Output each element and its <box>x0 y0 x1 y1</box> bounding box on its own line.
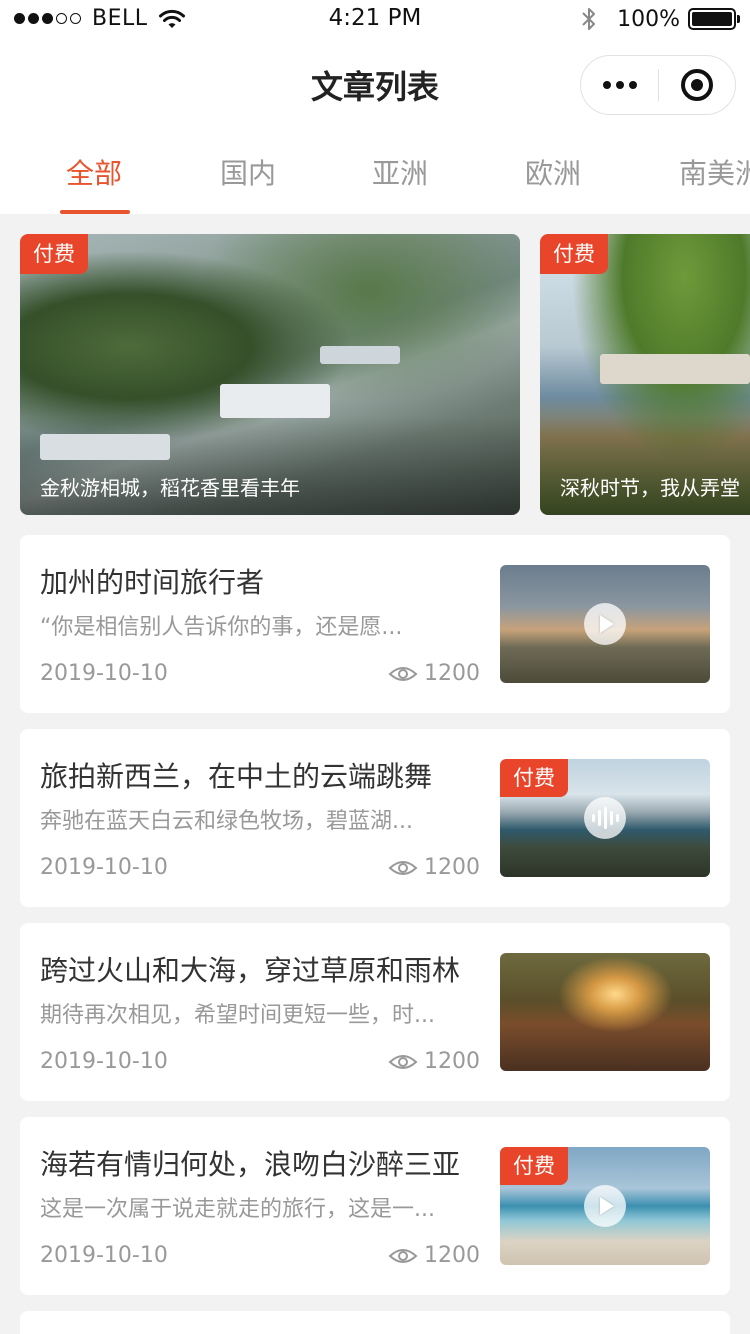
tab-europe[interactable]: 欧洲 <box>525 152 581 192</box>
close-button[interactable] <box>659 56 735 114</box>
paid-badge: 付费 <box>500 1147 568 1185</box>
article-card[interactable] <box>20 1311 730 1334</box>
tab-all[interactable]: 全部 <box>66 152 122 192</box>
article-views: 1200 <box>388 1049 480 1074</box>
paid-badge: 付费 <box>20 234 88 274</box>
article-thumbnail <box>500 565 710 683</box>
audio-icon[interactable] <box>584 797 626 839</box>
article-thumbnail: 付费 <box>500 1147 710 1265</box>
article-date: 2019-10-10 <box>40 1049 168 1074</box>
article-thumbnail: 付费 <box>500 759 710 877</box>
banner-card[interactable]: 付费 金秋游相城，稻花香里看丰年 <box>20 234 520 515</box>
eye-icon <box>388 1248 418 1263</box>
article-views: 1200 <box>388 661 480 686</box>
article-card[interactable]: 海若有情归何处，浪吻白沙醉三亚 这是一次属于说走就走的旅行，这是一... 201… <box>20 1117 730 1295</box>
paid-badge: 付费 <box>500 759 568 797</box>
views-count: 1200 <box>424 1049 480 1074</box>
eye-icon <box>388 1054 418 1069</box>
tab-asia[interactable]: 亚洲 <box>372 152 428 192</box>
article-title: 跨过火山和大海，穿过草原和雨林 <box>40 954 461 987</box>
article-date: 2019-10-10 <box>40 661 168 686</box>
paid-badge: 付费 <box>540 234 608 274</box>
status-right: 100% <box>581 6 740 32</box>
more-dot-icon <box>602 81 611 89</box>
article-title: 海若有情归何处，浪吻白沙醉三亚 <box>40 1148 461 1181</box>
article-views: 1200 <box>388 855 480 880</box>
article-desc: 这是一次属于说走就走的旅行，这是一... <box>40 1197 435 1222</box>
close-target-icon <box>680 69 713 101</box>
navbar: 文章列表 <box>0 40 750 130</box>
battery-icon <box>688 8 740 30</box>
views-count: 1200 <box>424 1243 480 1268</box>
more-dot-icon <box>628 81 637 89</box>
tab-south-america[interactable]: 南美洲 <box>679 152 750 192</box>
views-count: 1200 <box>424 855 480 880</box>
capsule-menu <box>580 55 736 115</box>
article-desc: 期待再次相见，希望时间更短一些，时... <box>40 1003 435 1028</box>
views-count: 1200 <box>424 661 480 686</box>
tab-active-indicator <box>60 210 130 214</box>
battery-fill <box>692 12 732 26</box>
article-card[interactable]: 加州的时间旅行者 “你是相信别人告诉你的事，还是愿... 2019-10-10 … <box>20 535 730 713</box>
banner-title: 金秋游相城，稻花香里看丰年 <box>40 476 300 500</box>
banner-title: 深秋时节，我从弄堂 <box>560 476 740 500</box>
article-thumbnail <box>500 953 710 1071</box>
more-dot-icon <box>615 81 624 89</box>
article-card[interactable]: 旅拍新西兰，在中土的云端跳舞 奔驰在蓝天白云和绿色牧场，碧蓝湖... 2019-… <box>20 729 730 907</box>
article-date: 2019-10-10 <box>40 855 168 880</box>
more-button[interactable] <box>581 56 658 114</box>
status-bar: BELL 4:21 PM 100% <box>0 0 750 40</box>
bluetooth-icon <box>582 8 596 30</box>
article-desc: “你是相信别人告诉你的事，还是愿... <box>40 615 403 640</box>
tab-domestic[interactable]: 国内 <box>220 152 276 192</box>
eye-icon <box>388 666 418 681</box>
banner-card[interactable]: 付费 深秋时节，我从弄堂 <box>540 234 750 515</box>
play-icon[interactable] <box>584 603 626 645</box>
article-card[interactable]: 跨过火山和大海，穿过草原和雨林 期待再次相见，希望时间更短一些，时... 201… <box>20 923 730 1101</box>
eye-icon <box>388 860 418 875</box>
article-title: 旅拍新西兰，在中土的云端跳舞 <box>40 760 433 793</box>
article-title: 加州的时间旅行者 <box>40 566 265 599</box>
category-tabs: 全部 国内 亚洲 欧洲 南美洲 <box>0 130 750 214</box>
article-views: 1200 <box>388 1243 480 1268</box>
play-icon[interactable] <box>584 1185 626 1227</box>
article-date: 2019-10-10 <box>40 1243 168 1268</box>
battery-percent: 100% <box>617 6 680 32</box>
article-desc: 奔驰在蓝天白云和绿色牧场，碧蓝湖... <box>40 809 413 834</box>
